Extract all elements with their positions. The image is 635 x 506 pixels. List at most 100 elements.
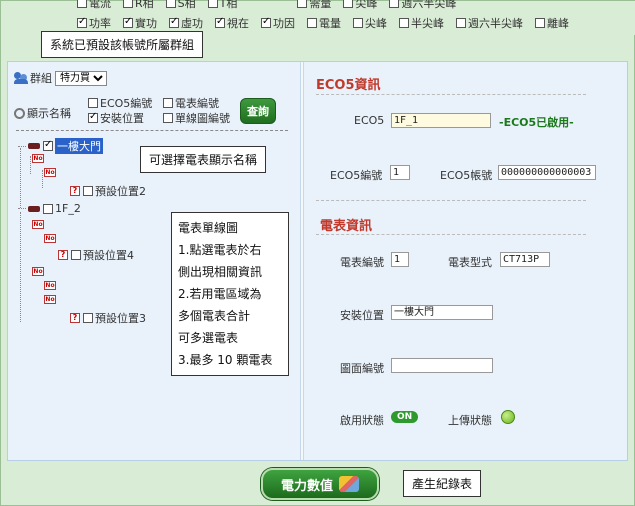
option-r-phase[interactable]: R相 bbox=[123, 0, 154, 11]
tree-node-no-7: No bbox=[44, 295, 56, 304]
tree-line bbox=[20, 148, 21, 208]
tree-node-default-3[interactable]: ? 預設位置3 bbox=[70, 310, 146, 326]
group-row: 群組 特力買 bbox=[14, 70, 107, 86]
no-meter-icon: No bbox=[32, 267, 44, 276]
tree-node-eco5-1[interactable]: 一樓大門 bbox=[18, 138, 103, 154]
group-label: 群組 bbox=[30, 72, 52, 85]
upload-label: 上傳狀態 bbox=[448, 414, 492, 427]
eco5-acct-label: ECO5帳號 bbox=[440, 169, 493, 182]
mid-divider bbox=[316, 200, 586, 201]
tree-node-no-3: No bbox=[32, 220, 44, 229]
meter-model-label: 電表型式 bbox=[448, 256, 492, 269]
display-name-label: 顯示名稱 bbox=[27, 107, 71, 120]
option-eco5-no[interactable]: ECO5編號 bbox=[88, 95, 152, 111]
group-icon bbox=[14, 72, 30, 84]
option-s-phase[interactable]: S相 bbox=[165, 0, 196, 11]
option-sat-half-peak-1[interactable]: 週六半尖峰 bbox=[389, 0, 456, 11]
main-panel: 群組 特力買 顯示名稱 ECO5編號 電表編號 安裝位置 單線圖編號 查詢 bbox=[7, 61, 628, 461]
tree-line bbox=[42, 170, 43, 188]
app-frame: 電流 R相 S相 T相 需量 尖峰 週六半尖峰 功率 實功 虛功 視在 功因 電… bbox=[0, 0, 635, 506]
tree-expander-icon[interactable] bbox=[18, 145, 26, 147]
enable-toggle[interactable]: ON bbox=[391, 411, 419, 423]
tree-node-checkbox[interactable] bbox=[83, 186, 93, 196]
top-option-strip: 電流 R相 S相 T相 需量 尖峰 週六半尖峰 功率 實功 虛功 視在 功因 電… bbox=[1, 0, 635, 35]
install-input[interactable]: 一樓大門 bbox=[391, 305, 493, 320]
tree-node-checkbox[interactable] bbox=[43, 203, 53, 214]
meter-icon bbox=[28, 143, 40, 149]
no-meter-icon: No bbox=[44, 281, 56, 290]
callout-group-default: 系統已預設該帳號所屬群組 bbox=[41, 31, 204, 58]
unknown-meter-icon: ? bbox=[70, 186, 80, 196]
group-select[interactable]: 特力買 bbox=[55, 70, 107, 86]
option-apparent-power[interactable]: 視在 bbox=[215, 15, 249, 31]
tree-node-checkbox[interactable] bbox=[83, 313, 93, 323]
callout-choose-name: 可選擇電表顯示名稱 bbox=[140, 146, 267, 173]
option-demand[interactable]: 需量 bbox=[297, 0, 331, 11]
right-pane: ECO5資訊 ECO5 1F_1 -ECO5已啟用- ECO5編號 1 ECO5… bbox=[306, 62, 628, 460]
no-meter-icon: No bbox=[32, 220, 44, 229]
callout-single-line: 電表單線圖 1.點選電表於右 側出現相關資訊 2.若用電區域為 多個電表合計 可… bbox=[171, 212, 289, 376]
option-install-location[interactable]: 安裝位置 bbox=[88, 110, 144, 126]
pane-divider[interactable] bbox=[300, 62, 304, 460]
left-divider-line bbox=[16, 130, 288, 131]
option-real-power[interactable]: 實功 bbox=[123, 15, 157, 31]
option-power-factor[interactable]: 功因 bbox=[261, 15, 295, 31]
tree-node-checkbox[interactable] bbox=[71, 250, 81, 260]
option-peak[interactable]: 尖峰 bbox=[353, 15, 387, 31]
callout-line: 可多選電表 bbox=[178, 331, 239, 345]
eco5-no-input[interactable]: 1 bbox=[390, 165, 410, 180]
callout-report: 產生紀錄表 bbox=[403, 470, 482, 497]
eco5-section-title: ECO5資訊 bbox=[316, 78, 381, 93]
eco5-acct-input[interactable]: 000000000000003 bbox=[498, 165, 596, 180]
drawing-input[interactable] bbox=[391, 358, 493, 373]
callout-line: 側出現相關資訊 bbox=[178, 265, 263, 279]
eco5-label: ECO5 bbox=[354, 114, 385, 127]
tree-node-checkbox[interactable] bbox=[43, 139, 53, 151]
callout-line: 電表單線圖 bbox=[178, 221, 239, 235]
tree-node-no-2: No bbox=[44, 168, 56, 177]
meter-section-divider bbox=[316, 234, 586, 235]
option-meter-no[interactable]: 電表編號 bbox=[163, 95, 219, 111]
tree-node-default-2[interactable]: ? 預設位置2 bbox=[70, 183, 146, 199]
eco5-no-label: ECO5編號 bbox=[330, 169, 383, 182]
upload-status-indicator bbox=[501, 410, 515, 424]
no-meter-icon: No bbox=[44, 295, 56, 304]
meter-model-input[interactable]: CT713P bbox=[500, 252, 550, 267]
tree-line bbox=[20, 212, 21, 322]
tree-node-no-4: No bbox=[44, 234, 56, 243]
option-peak-1[interactable]: 尖峰 bbox=[343, 0, 377, 11]
tree-node-label: 1F_2 bbox=[55, 202, 81, 215]
unknown-meter-icon: ? bbox=[58, 250, 68, 260]
option-power[interactable]: 功率 bbox=[77, 15, 111, 31]
option-current[interactable]: 電流 bbox=[77, 0, 111, 11]
option-energy[interactable]: 電量 bbox=[307, 15, 341, 31]
no-meter-icon: No bbox=[44, 168, 56, 177]
display-name-row: 顯示名稱 bbox=[14, 105, 71, 121]
option-reactive-power[interactable]: 虛功 bbox=[169, 15, 203, 31]
unknown-meter-icon: ? bbox=[70, 313, 80, 323]
callout-line: 3.最多 10 顆電表 bbox=[178, 353, 273, 367]
power-values-button[interactable]: 電力數值 bbox=[261, 468, 379, 500]
query-button[interactable]: 查詢 bbox=[240, 98, 276, 124]
install-label: 安裝位置 bbox=[340, 309, 384, 322]
callout-line: 1.點選電表於右 bbox=[178, 243, 262, 257]
tree-node-eco5-2[interactable]: 1F_2 bbox=[18, 202, 81, 215]
option-sat-half-peak[interactable]: 週六半尖峰 bbox=[456, 15, 523, 31]
tree-expander-icon[interactable] bbox=[18, 208, 26, 209]
option-single-line-no[interactable]: 單線圖編號 bbox=[163, 110, 230, 126]
meter-icon bbox=[28, 205, 40, 212]
tree-node-label: 預設位置2 bbox=[95, 185, 146, 198]
option-t-phase[interactable]: T相 bbox=[207, 0, 237, 11]
tree-node-no-5: No bbox=[32, 267, 44, 276]
tree-node-label: 一樓大門 bbox=[55, 138, 103, 154]
option-half-peak[interactable]: 半尖峰 bbox=[399, 15, 444, 31]
tree-node-default-4[interactable]: ? 預設位置4 bbox=[58, 247, 134, 263]
meter-no-input[interactable]: 1 bbox=[391, 252, 409, 267]
no-meter-icon: No bbox=[32, 154, 44, 163]
no-meter-icon: No bbox=[44, 234, 56, 243]
top-option-row-2: 功率 實功 虛功 視在 功因 電量 尖峰 半尖峰 週六半尖峰 離峰 bbox=[77, 15, 581, 31]
eco5-input[interactable]: 1F_1 bbox=[391, 113, 491, 128]
report-icon bbox=[339, 476, 359, 492]
magnifier-icon bbox=[14, 107, 25, 119]
option-off-peak[interactable]: 離峰 bbox=[535, 15, 569, 31]
